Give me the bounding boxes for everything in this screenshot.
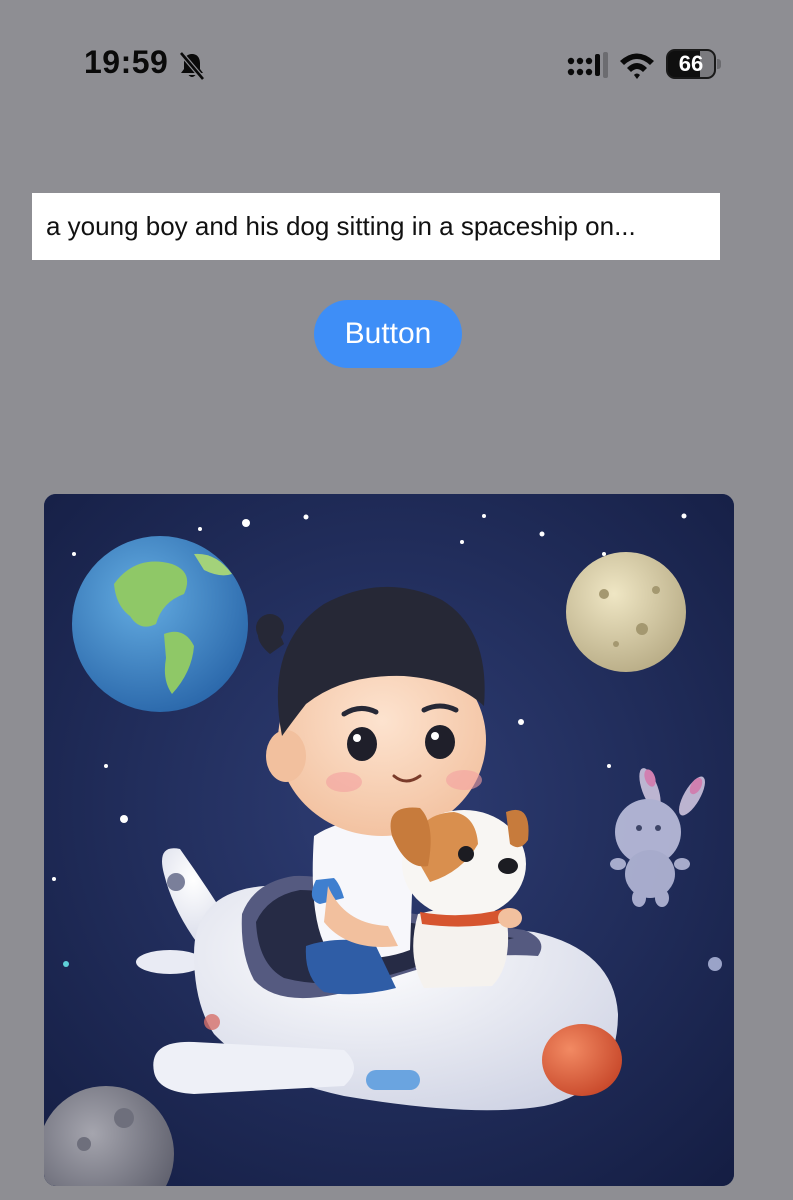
space-illustration [44,494,734,1186]
moon [566,552,686,672]
earth-planet [72,536,248,712]
battery-tip [717,59,721,69]
battery-level: 66 [678,51,704,76]
generated-image [44,494,734,1186]
generate-button[interactable]: Button [314,300,462,368]
bell-slash-icon [179,51,205,81]
cellular-signal-icon [567,52,608,78]
battery-icon: 66 [666,49,722,79]
prompt-input[interactable]: a young boy and his dog sitting in a spa… [32,193,720,260]
status-time: 19:59 [84,44,169,80]
status-bar: 19:59 66 [0,0,793,130]
wifi-icon [620,53,654,79]
